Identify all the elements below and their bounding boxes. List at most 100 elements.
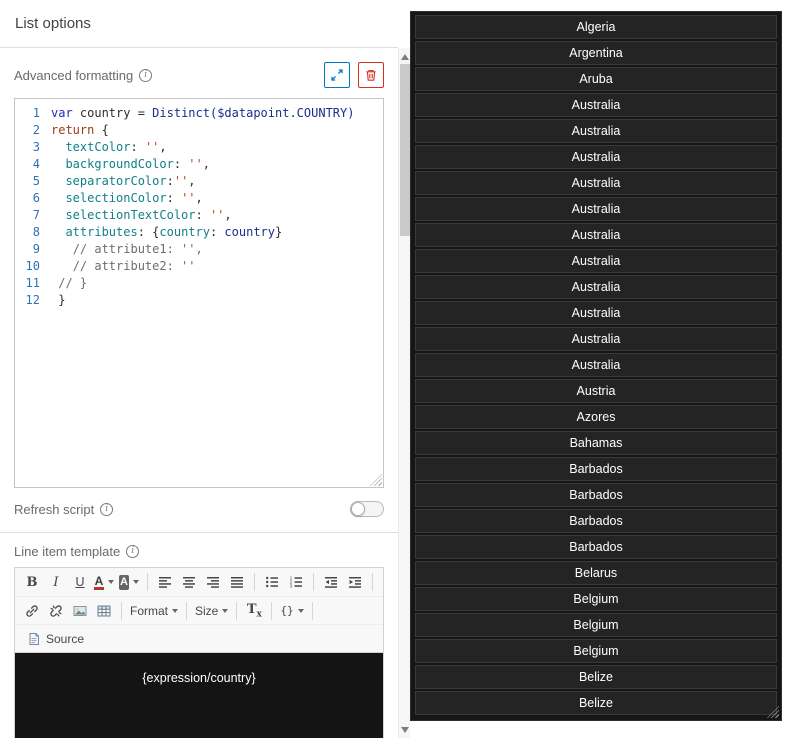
list-item[interactable]: Barbados	[415, 509, 777, 533]
list-item[interactable]: Belarus	[415, 561, 777, 585]
list-item[interactable]: Austria	[415, 379, 777, 403]
list-item[interactable]: Australia	[415, 327, 777, 351]
scroll-down-icon	[401, 726, 409, 733]
list-item[interactable]: Australia	[415, 145, 777, 169]
list-item[interactable]: Australia	[415, 353, 777, 377]
line-number: 10	[25, 259, 40, 273]
list-item[interactable]: Australia	[415, 223, 777, 247]
align-right-button[interactable]	[202, 571, 224, 593]
list-item[interactable]: Australia	[415, 93, 777, 117]
background-color-button[interactable]: A	[117, 571, 141, 593]
decrease-indent-button[interactable]	[320, 571, 342, 593]
code-line: 2 return {	[15, 122, 383, 139]
line-item-template-label: Line item template	[14, 543, 121, 559]
list-item[interactable]: Azores	[415, 405, 777, 429]
code-line: 5 separatorColor:'',	[15, 173, 383, 190]
editor-resize-handle[interactable]	[370, 474, 382, 486]
increase-indent-button[interactable]	[344, 571, 366, 593]
list-item[interactable]: Barbados	[415, 535, 777, 559]
list-item[interactable]: Barbados	[415, 457, 777, 481]
unlink-button[interactable]	[45, 600, 67, 622]
table-button[interactable]	[93, 600, 115, 622]
underline-button[interactable]: U	[69, 571, 91, 593]
unlink-icon	[49, 604, 63, 618]
bulleted-list-button[interactable]	[261, 571, 283, 593]
toolbar-separator	[121, 601, 122, 620]
list-item[interactable]: Australia	[415, 197, 777, 221]
remove-format-icon: Tx	[246, 601, 262, 620]
align-right-icon	[206, 575, 220, 589]
text-color-button[interactable]: A	[93, 571, 115, 593]
code-line: 8 attributes: {country: country}	[15, 224, 383, 241]
list-item[interactable]: Argentina	[415, 41, 777, 65]
scroll-up-icon	[401, 53, 409, 60]
remove-format-button[interactable]: Tx	[243, 600, 265, 622]
code-line: 4 backgroundColor: '',	[15, 156, 383, 173]
delete-script-button[interactable]	[358, 62, 384, 88]
list-item[interactable]: Belgium	[415, 613, 777, 637]
align-left-icon	[158, 575, 172, 589]
panel-scrollbar[interactable]	[398, 48, 410, 738]
italic-button[interactable]: I	[45, 571, 67, 593]
source-icon	[27, 632, 41, 646]
advanced-formatting-header: Advanced formatting i	[14, 62, 384, 88]
info-icon-advanced-formatting[interactable]: i	[139, 68, 153, 82]
list-preview-panel: Algeria Argentina Aruba Australia Australia A…	[410, 11, 782, 721]
toolbar-separator	[271, 601, 273, 620]
list-item[interactable]: Algeria	[415, 15, 777, 39]
expand-editor-button[interactable]	[324, 62, 350, 88]
align-justify-button[interactable]	[226, 571, 248, 593]
list-item[interactable]: Australia	[415, 171, 777, 195]
list-item[interactable]: Belize	[415, 691, 777, 715]
list-item[interactable]: Belgium	[415, 639, 777, 663]
underline-icon: U	[75, 575, 85, 589]
caret-icon	[297, 608, 304, 613]
info-icon-refresh-script[interactable]: i	[100, 502, 114, 516]
align-center-button[interactable]	[178, 571, 200, 593]
list-item[interactable]: Australia	[415, 249, 777, 273]
line-number: 8	[32, 225, 40, 239]
list-item[interactable]: Australia	[415, 275, 777, 299]
size-dropdown[interactable]: Size	[193, 600, 230, 622]
refresh-script-toggle[interactable]	[350, 501, 384, 517]
table-icon	[97, 604, 111, 618]
list-item[interactable]: Belgium	[415, 587, 777, 611]
image-icon	[73, 604, 87, 618]
toolbar-separator	[372, 573, 373, 591]
scroll-down-button[interactable]	[399, 723, 411, 736]
list-item[interactable]: Aruba	[415, 67, 777, 91]
templates-dropdown[interactable]: {}	[278, 600, 305, 622]
code-line: 7 selectionTextColor: '',	[15, 207, 383, 224]
code-line: 6 selectionColor: '',	[15, 190, 383, 207]
app-root: List options Advanced formatting i 1 var…	[0, 0, 790, 738]
list-item[interactable]: Australia	[415, 119, 777, 143]
line-number: 6	[32, 191, 40, 205]
toolbar-separator	[311, 601, 313, 620]
link-button[interactable]	[21, 600, 43, 622]
line-item-template-header: Line item template i	[14, 541, 384, 561]
info-icon-line-item-template[interactable]: i	[126, 544, 140, 558]
list-item[interactable]: Australia	[415, 301, 777, 325]
align-left-button[interactable]	[154, 571, 176, 593]
code-line: 1 var country = Distinct($datapoint.COUNT…	[15, 105, 383, 122]
list-item[interactable]: Bahamas	[415, 431, 777, 455]
background-color-icon: A	[119, 574, 129, 590]
arcade-code-editor[interactable]: 1 var country = Distinct($datapoint.COUNT…	[14, 98, 384, 488]
panel-header: List options	[0, 0, 398, 48]
image-button[interactable]	[69, 600, 91, 622]
list-item[interactable]: Belize	[415, 665, 777, 689]
line-number: 3	[32, 140, 40, 154]
scrollbar-thumb[interactable]	[400, 64, 410, 236]
code-line: 9 // attribute1: '',	[15, 241, 383, 258]
list-item[interactable]: Barbados	[415, 483, 777, 507]
page-title: List options	[15, 15, 91, 32]
link-icon	[25, 604, 39, 618]
bold-button[interactable]: B	[21, 571, 43, 593]
format-dropdown[interactable]: Format	[128, 600, 180, 622]
source-button[interactable]: Source	[22, 628, 89, 650]
align-justify-icon	[230, 575, 244, 589]
caret-icon	[133, 580, 139, 584]
rte-canvas[interactable]: {expression/country}	[15, 652, 383, 738]
numbered-list-button[interactable]: 123	[285, 571, 307, 593]
rich-text-editor: B I U A A 1 2 3 Format Size Tx {} Source…	[14, 567, 384, 738]
